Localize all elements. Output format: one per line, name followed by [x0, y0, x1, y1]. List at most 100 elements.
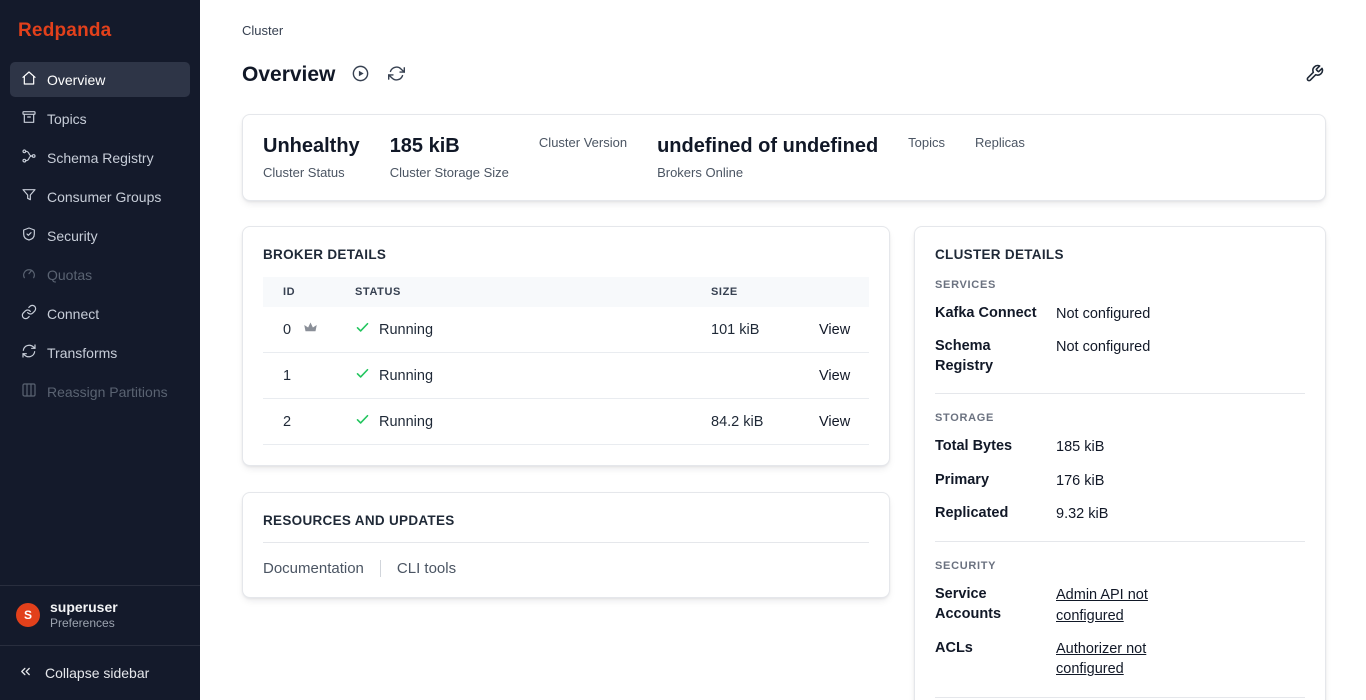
controller-crown-icon	[303, 320, 318, 339]
home-icon	[21, 70, 37, 89]
sidebar-item-schema-registry[interactable]: Schema Registry	[10, 140, 190, 175]
cli-tools-link[interactable]: CLI tools	[397, 560, 456, 577]
sidebar-item-label: Connect	[47, 306, 99, 322]
broker-table-header: ID STATUS SIZE	[263, 277, 869, 307]
storage-heading: STORAGE	[935, 412, 1305, 424]
redpanda-logo[interactable]: Redpanda	[0, 0, 200, 60]
broker-size	[699, 353, 807, 399]
avatar: S	[16, 603, 40, 627]
detail-row: Primary 176 kiB	[935, 471, 1305, 491]
sidebar-item-transforms[interactable]: Transforms	[10, 335, 190, 370]
view-broker-link[interactable]: View	[819, 414, 850, 430]
broker-table: ID STATUS SIZE 0 Running 101 kiB View	[263, 277, 869, 445]
sidebar-item-reassign-partitions: Reassign Partitions	[10, 374, 190, 409]
settings-wrench-button[interactable]	[1303, 62, 1326, 88]
services-heading: SERVICES	[935, 279, 1305, 291]
user-section[interactable]: S superuser Preferences	[0, 585, 200, 645]
stat-value: 185 kiB	[390, 135, 509, 158]
detail-row: Kafka Connect Not configured	[935, 304, 1305, 324]
broker-id: 2	[283, 414, 291, 430]
sidebar-item-label: Overview	[47, 72, 105, 88]
detail-row: Replicated 9.32 kiB	[935, 504, 1305, 524]
admin-api-not-configured-link[interactable]: Admin API not configured	[1056, 585, 1206, 626]
stat-label: Brokers Online	[657, 165, 878, 180]
resources-card: RESOURCES AND UPDATES Documentation CLI …	[242, 492, 890, 598]
check-icon	[355, 320, 370, 339]
user-name: superuser	[50, 599, 118, 617]
col-header-status: STATUS	[343, 277, 699, 307]
sidebar-item-quotas: Quotas	[10, 257, 190, 292]
preferences-link[interactable]: Preferences	[50, 616, 118, 632]
detail-value: 185 kiB	[1056, 437, 1104, 457]
sidebar-item-label: Topics	[47, 111, 87, 127]
broker-row: 0 Running 101 kiB View	[263, 307, 869, 353]
sidebar-item-security[interactable]: Security	[10, 218, 190, 253]
broker-id: 1	[283, 368, 291, 384]
security-heading: SECURITY	[935, 560, 1305, 572]
quotas-icon	[21, 265, 37, 284]
start-tour-button[interactable]	[349, 62, 372, 88]
view-broker-link[interactable]: View	[819, 368, 850, 384]
detail-value: Not configured	[1056, 337, 1150, 376]
sidebar-nav: Overview Topics Schema Registry Consumer…	[0, 60, 200, 585]
detail-label: Schema Registry	[935, 337, 1040, 376]
detail-row: Service Accounts Admin API not configure…	[935, 585, 1305, 626]
broker-size: 84.2 kiB	[699, 399, 807, 445]
detail-value: Not configured	[1056, 304, 1150, 324]
main-content: Cluster Overview Unhealthy Cluster Statu…	[200, 0, 1366, 700]
sidebar-item-connect[interactable]: Connect	[10, 296, 190, 331]
detail-row: Schema Registry Not configured	[935, 337, 1305, 376]
vertical-separator	[380, 560, 381, 577]
cluster-details-title: CLUSTER DETAILS	[935, 247, 1305, 262]
detail-label: Total Bytes	[935, 437, 1040, 457]
sidebar-item-label: Transforms	[47, 345, 117, 361]
detail-label: Replicated	[935, 504, 1040, 524]
stat-label: Cluster Storage Size	[390, 165, 509, 180]
view-broker-link[interactable]: View	[819, 322, 850, 338]
sidebar-item-consumer-groups[interactable]: Consumer Groups	[10, 179, 190, 214]
sidebar-item-label: Reassign Partitions	[47, 384, 168, 400]
refresh-icon	[388, 65, 405, 85]
transforms-icon	[21, 343, 37, 362]
stat-label: Replicas	[975, 135, 1025, 150]
check-icon	[355, 412, 370, 431]
breadcrumb[interactable]: Cluster	[242, 23, 1326, 38]
cluster-details-card: CLUSTER DETAILS SERVICES Kafka Connect N…	[914, 226, 1326, 700]
divider	[935, 697, 1305, 698]
resources-title: RESOURCES AND UPDATES	[263, 513, 869, 528]
broker-details-title: BROKER DETAILS	[263, 247, 869, 262]
documentation-link[interactable]: Documentation	[263, 560, 364, 577]
refresh-button[interactable]	[386, 63, 407, 87]
detail-label: ACLs	[935, 639, 1040, 680]
stat-cluster-status: Unhealthy Cluster Status	[263, 135, 360, 180]
detail-label: Service Accounts	[935, 585, 1040, 626]
detail-row: Total Bytes 185 kiB	[935, 437, 1305, 457]
check-icon	[355, 366, 370, 385]
broker-status: Running	[379, 322, 433, 338]
col-header-action	[807, 277, 869, 307]
stat-label: Cluster Version	[539, 135, 627, 150]
detail-label: Kafka Connect	[935, 304, 1040, 324]
consumer-groups-icon	[21, 187, 37, 206]
sidebar-item-label: Consumer Groups	[47, 189, 161, 205]
stat-brokers-online: undefined of undefined Brokers Online	[657, 135, 878, 180]
col-header-id: ID	[263, 277, 343, 307]
authorizer-not-configured-link[interactable]: Authorizer not configured	[1056, 639, 1206, 680]
collapse-sidebar-button[interactable]: Collapse sidebar	[0, 645, 200, 700]
broker-details-card: BROKER DETAILS ID STATUS SIZE 0 Ru	[242, 226, 890, 466]
detail-value: 9.32 kiB	[1056, 504, 1108, 524]
col-header-size: SIZE	[699, 277, 807, 307]
stat-label: Topics	[908, 135, 945, 150]
sidebar: Redpanda Overview Topics Schema Registry…	[0, 0, 200, 700]
sidebar-item-overview[interactable]: Overview	[10, 62, 190, 97]
broker-status: Running	[379, 414, 433, 430]
stat-topics: Topics	[908, 135, 945, 150]
collapse-sidebar-label: Collapse sidebar	[45, 665, 149, 681]
stat-label: Cluster Status	[263, 165, 360, 180]
sidebar-item-topics[interactable]: Topics	[10, 101, 190, 136]
wrench-icon	[1305, 64, 1324, 86]
broker-id: 0	[283, 322, 291, 338]
divider	[935, 541, 1305, 542]
sidebar-item-label: Schema Registry	[47, 150, 154, 166]
broker-status: Running	[379, 368, 433, 384]
